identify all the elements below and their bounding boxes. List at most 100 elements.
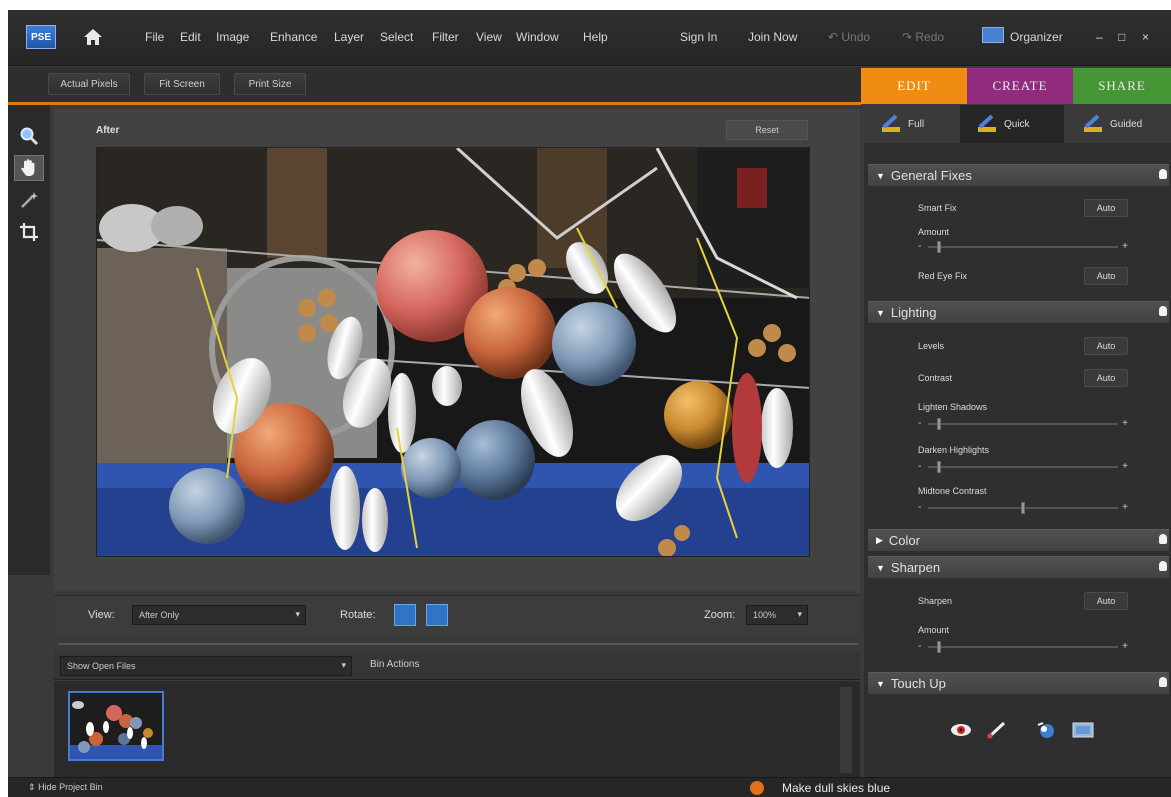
tip-bulb-icon[interactable] [1159, 169, 1167, 179]
sign-in-link[interactable]: Sign In [680, 30, 717, 44]
expand-triangle-icon: ▼ [876, 170, 885, 181]
slider-thumb[interactable] [937, 241, 942, 253]
smart-fix-auto-button[interactable]: Auto [1084, 199, 1128, 217]
photo-image [97, 148, 809, 556]
plus-icon: + [1122, 241, 1128, 252]
tip-bulb-icon[interactable] [1159, 306, 1167, 316]
bin-actions-menu[interactable]: Bin Actions [370, 659, 419, 670]
menu-edit[interactable]: Edit [180, 30, 201, 44]
menu-window[interactable]: Window [516, 30, 559, 44]
menu-bar: PSE File Edit Image Enhance Layer Select… [8, 10, 1171, 66]
slider-thumb[interactable] [937, 418, 942, 430]
redo-button[interactable]: ↷ Redo [902, 30, 944, 44]
black-white-icon[interactable] [1072, 721, 1094, 739]
rotate-left-icon[interactable] [394, 604, 416, 626]
sharpen-auto-button[interactable]: Auto [1084, 592, 1128, 610]
section-title: Lighting [890, 305, 937, 320]
darken-highlights-label: Darken Highlights [918, 445, 990, 455]
hand-tool-icon[interactable] [14, 155, 44, 181]
menu-layer[interactable]: Layer [334, 30, 364, 44]
actual-pixels-button[interactable]: Actual Pixels [48, 73, 130, 95]
menu-image[interactable]: Image [216, 30, 249, 44]
slider-track [928, 246, 1118, 248]
lighten-shadows-slider[interactable]: - + [918, 418, 1128, 430]
close-button[interactable]: × [1142, 30, 1149, 44]
zoom-field[interactable]: 100% ▾ [746, 605, 808, 625]
menu-file[interactable]: File [145, 30, 164, 44]
slider-thumb[interactable] [1021, 502, 1025, 514]
minimize-button[interactable]: – [1096, 30, 1103, 44]
minus-icon: - [918, 241, 922, 252]
tip-bulb-icon[interactable] [1159, 534, 1167, 544]
menu-filter[interactable]: Filter [432, 30, 459, 44]
menu-view[interactable]: View [476, 30, 502, 44]
rotate-label: Rotate: [340, 609, 376, 621]
tab-full-label: Full [908, 118, 925, 130]
sharpen-label: Sharpen [918, 596, 953, 606]
after-label: After [96, 125, 120, 136]
tab-edit[interactable]: EDIT [861, 68, 967, 104]
undo-button[interactable]: ↶ Undo [828, 30, 870, 44]
minus-icon: - [918, 461, 922, 472]
slider-thumb[interactable] [937, 461, 942, 473]
midtone-contrast-slider[interactable]: - + [918, 502, 1128, 514]
menu-enhance[interactable]: Enhance [270, 30, 317, 44]
plus-icon: + [1122, 461, 1128, 472]
levels-auto-button[interactable]: Auto [1084, 337, 1128, 355]
organizer-icon[interactable] [982, 27, 1004, 43]
bin-select[interactable]: Show Open Files ▾ [60, 656, 352, 676]
section-lighting[interactable]: ▼ Lighting [868, 301, 1169, 323]
edit-mode-tabs: Full Quick Guided [864, 105, 1171, 143]
home-icon[interactable] [82, 26, 104, 48]
bin-splitter[interactable] [58, 643, 858, 645]
red-eye-icon[interactable] [950, 721, 972, 739]
section-general-fixes[interactable]: ▼ General Fixes [868, 164, 1169, 186]
smart-fix-label: Smart Fix [918, 203, 957, 213]
photo-canvas[interactable] [96, 147, 810, 557]
reset-button[interactable]: Reset [726, 120, 808, 140]
contrast-auto-button[interactable]: Auto [1084, 369, 1128, 387]
tab-create[interactable]: CREATE [967, 68, 1073, 104]
pencil-ruler-icon [978, 114, 996, 132]
chevron-down-icon: ▾ [797, 609, 802, 619]
smart-fix-amount-slider[interactable]: - + [918, 241, 1128, 253]
crop-tool-icon[interactable] [14, 219, 44, 245]
maximize-button[interactable]: □ [1118, 30, 1125, 44]
tab-full[interactable]: Full [864, 105, 958, 143]
fit-screen-button[interactable]: Fit Screen [144, 73, 220, 95]
magic-wand-icon[interactable] [14, 187, 44, 213]
darken-highlights-slider[interactable]: - + [918, 461, 1128, 473]
blue-skies-icon[interactable] [1036, 721, 1058, 739]
join-now-link[interactable]: Join Now [748, 30, 797, 44]
zoom-tool-icon[interactable] [14, 123, 44, 149]
tab-share-label: SHARE [1098, 78, 1146, 93]
menu-help[interactable]: Help [583, 30, 608, 44]
tab-guided[interactable]: Guided [1066, 105, 1171, 143]
quick-fix-panel: Full Quick Guided ▼ General Fixes Smart … [864, 105, 1171, 777]
hide-project-bin-button[interactable]: ⇕ Hide Project Bin [28, 782, 103, 793]
organizer-button[interactable]: Organizer [1010, 30, 1063, 44]
tip-bulb-icon[interactable] [1159, 677, 1167, 687]
section-sharpen[interactable]: ▼ Sharpen [868, 556, 1169, 578]
slider-thumb[interactable] [937, 641, 942, 653]
pencil-ruler-icon [882, 114, 900, 132]
sharpen-amount-slider[interactable]: - + [918, 641, 1128, 653]
view-select[interactable]: After Only ▾ [132, 605, 306, 625]
bin-scrollbar[interactable] [840, 687, 852, 773]
photo-thumbnail[interactable] [68, 691, 164, 761]
project-bin-bar: Show Open Files ▾ Bin Actions [54, 652, 860, 680]
tab-share[interactable]: SHARE [1073, 68, 1171, 104]
print-size-button[interactable]: Print Size [234, 73, 306, 95]
lighten-shadows-label: Lighten Shadows [918, 402, 988, 412]
tab-quick[interactable]: Quick [960, 105, 1064, 143]
tip-bulb-icon[interactable] [1159, 561, 1167, 571]
red-eye-auto-button[interactable]: Auto [1084, 267, 1128, 285]
section-color[interactable]: ▶ Color [868, 529, 1169, 551]
tab-create-label: CREATE [992, 78, 1048, 93]
slider-track [928, 466, 1118, 468]
section-touch-up[interactable]: ▼ Touch Up [868, 672, 1169, 694]
menu-select[interactable]: Select [380, 30, 413, 44]
whiten-teeth-icon[interactable] [986, 721, 1008, 739]
section-title: Touch Up [890, 676, 946, 691]
rotate-right-icon[interactable] [426, 604, 448, 626]
